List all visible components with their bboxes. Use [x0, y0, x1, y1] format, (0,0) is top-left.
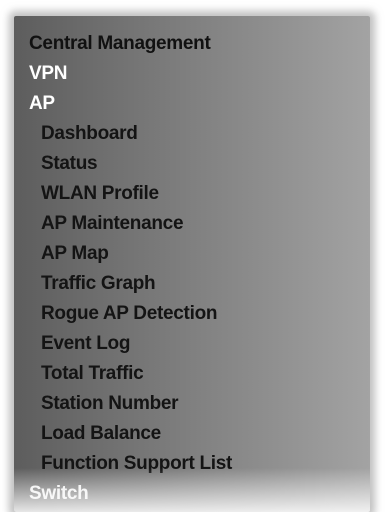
- submenu-item-station-number[interactable]: Station Number: [41, 393, 179, 415]
- menu-item-vpn[interactable]: VPN: [29, 63, 67, 85]
- submenu-item-event-log[interactable]: Event Log: [41, 333, 130, 355]
- submenu-item-ap-map[interactable]: AP Map: [41, 243, 109, 265]
- submenu-item-load-balance[interactable]: Load Balance: [41, 423, 161, 445]
- submenu-item-traffic-graph[interactable]: Traffic Graph: [41, 273, 156, 295]
- submenu-item-rogue-ap-detection[interactable]: Rogue AP Detection: [41, 303, 217, 325]
- submenu-item-wlan-profile[interactable]: WLAN Profile: [41, 183, 159, 205]
- submenu-item-ap-maintenance[interactable]: AP Maintenance: [41, 213, 184, 235]
- menu-item-central-management[interactable]: Central Management: [29, 33, 211, 55]
- menu-item-switch[interactable]: Switch: [29, 483, 89, 505]
- submenu-item-status[interactable]: Status: [41, 153, 98, 175]
- submenu-item-dashboard[interactable]: Dashboard: [41, 123, 138, 145]
- menu-item-ap[interactable]: AP: [29, 93, 55, 115]
- submenu-item-total-traffic[interactable]: Total Traffic: [41, 363, 144, 385]
- submenu-item-function-support-list[interactable]: Function Support List: [41, 453, 232, 475]
- side-menu-panel: Central Management VPN AP Dashboard Stat…: [14, 16, 370, 512]
